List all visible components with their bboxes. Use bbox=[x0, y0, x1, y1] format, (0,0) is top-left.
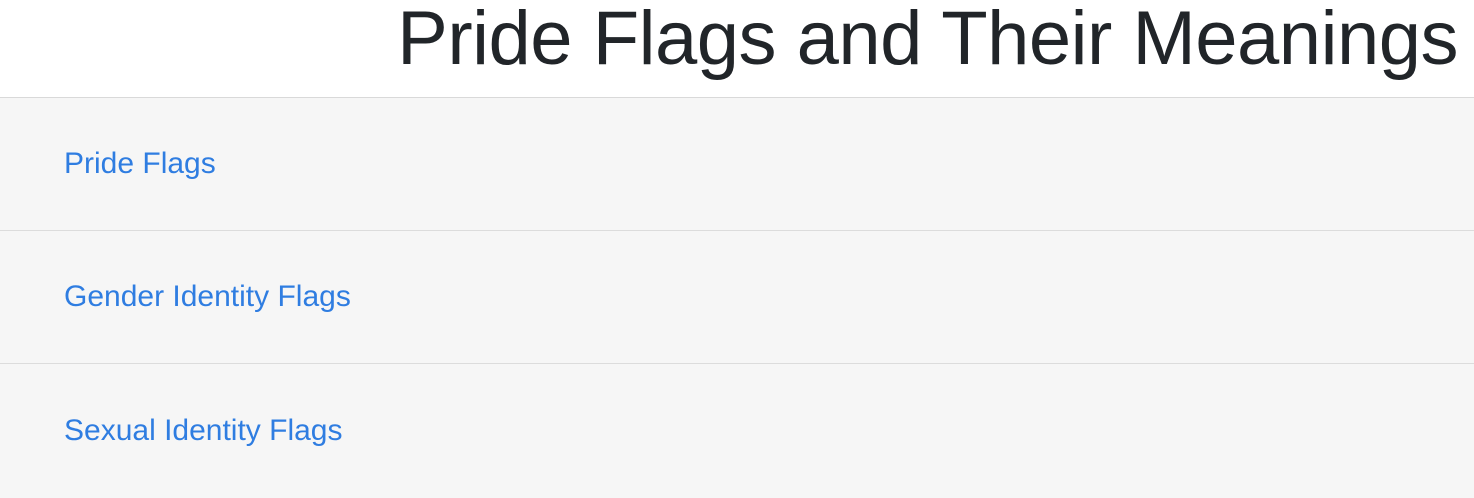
page-title: Pride Flags and Their Meanings bbox=[397, 0, 1458, 81]
list-item-gender-identity-flags: Gender Identity Flags bbox=[0, 231, 1474, 364]
pride-flags-link[interactable]: Pride Flags bbox=[64, 146, 216, 182]
list-item-pride-flags: Pride Flags bbox=[0, 98, 1474, 231]
sexual-identity-flags-link[interactable]: Sexual Identity Flags bbox=[64, 413, 342, 449]
gender-identity-flags-link[interactable]: Gender Identity Flags bbox=[64, 279, 351, 315]
page-header: Pride Flags and Their Meanings bbox=[0, 0, 1474, 98]
list-item-sexual-identity-flags: Sexual Identity Flags bbox=[0, 364, 1474, 498]
flag-category-list: Pride Flags Gender Identity Flags Sexual… bbox=[0, 98, 1474, 498]
